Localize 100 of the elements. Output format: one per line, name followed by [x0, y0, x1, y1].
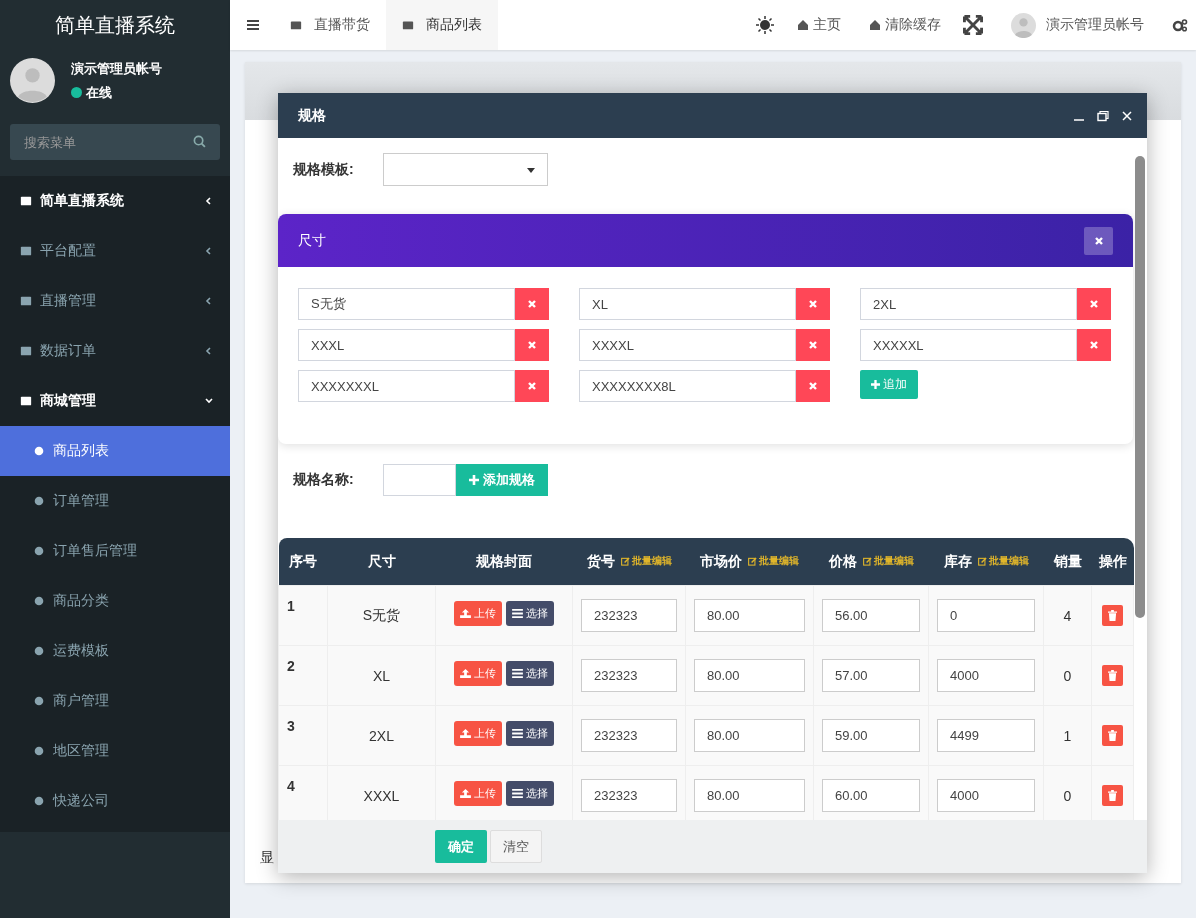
table-input-field[interactable]: 232323	[581, 779, 677, 812]
column-header: 尺寸	[327, 538, 436, 586]
menu-item[interactable]: 平台配置	[0, 226, 230, 276]
table-cell: 2	[278, 645, 328, 706]
table-cell: 3	[278, 705, 328, 766]
header-link[interactable]: 清除缓存	[855, 16, 955, 34]
footer-text: 显	[260, 849, 274, 867]
batch-edit-link[interactable]: 批量编辑	[862, 554, 914, 568]
table-input-field[interactable]: 60.00	[822, 779, 920, 812]
table-input-field[interactable]: 80.00	[694, 659, 805, 692]
close-icon	[808, 299, 818, 309]
choose-button[interactable]: 选择	[506, 601, 554, 626]
remove-value-button[interactable]	[515, 370, 549, 402]
nav-tab[interactable]: 直播带货	[274, 0, 386, 50]
nav-tab[interactable]: 商品列表	[386, 0, 498, 50]
spec-value-field[interactable]: S无货	[298, 288, 515, 320]
table-input-field[interactable]: 4499	[937, 719, 1035, 752]
remove-value-button[interactable]	[796, 329, 830, 361]
spec-value-field[interactable]: XXXXL	[579, 329, 796, 361]
table-input-field[interactable]: 59.00	[822, 719, 920, 752]
restore-icon[interactable]	[1097, 109, 1109, 122]
remove-value-button[interactable]	[1077, 288, 1111, 320]
submenu-item[interactable]: 订单管理	[0, 476, 230, 526]
table-input-field[interactable]: 232323	[581, 719, 677, 752]
table-input-field[interactable]: 4000	[937, 779, 1035, 812]
avatar-icon	[10, 58, 55, 103]
settings-icon[interactable]	[1172, 18, 1188, 32]
menu-item[interactable]: 商城管理	[0, 376, 230, 426]
submenu-item[interactable]: 地区管理	[0, 726, 230, 776]
remove-value-button[interactable]	[796, 370, 830, 402]
sun-icon[interactable]	[755, 15, 775, 35]
table-cell: 4	[278, 765, 328, 820]
table-cell: S无货	[327, 585, 436, 646]
table-cell: 2XL	[327, 705, 436, 766]
remove-value-button[interactable]	[515, 288, 549, 320]
batch-edit-link[interactable]: 批量编辑	[977, 554, 1029, 568]
table-cell: XXXL	[327, 765, 436, 820]
table-cell: 0	[1043, 645, 1092, 706]
batch-edit-link[interactable]: 批量编辑	[748, 554, 799, 568]
close-icon	[527, 340, 537, 350]
choose-button[interactable]: 选择	[506, 721, 554, 746]
choose-button[interactable]: 选择	[506, 661, 554, 686]
table-input-field[interactable]: 80.00	[694, 599, 805, 632]
close-icon	[808, 340, 818, 350]
user-menu[interactable]: 演示管理员帐号	[1011, 12, 1144, 38]
remove-value-button[interactable]	[796, 288, 830, 320]
column-header: 销量	[1043, 538, 1092, 586]
table-cell: 1	[278, 585, 328, 646]
choose-button[interactable]: 选择	[506, 781, 554, 806]
close-icon	[1093, 235, 1104, 246]
column-header: 操作	[1091, 538, 1134, 586]
remove-group-button[interactable]	[1084, 226, 1113, 255]
delete-button[interactable]	[1102, 665, 1123, 686]
chevron-left-icon	[204, 246, 214, 256]
column-header: 库存 批量编辑	[928, 538, 1044, 586]
dialog-title: 规格	[298, 106, 327, 125]
chevron-left-icon	[204, 196, 214, 206]
close-icon[interactable]	[1121, 109, 1133, 122]
table-input-field[interactable]: 80.00	[694, 719, 805, 752]
submenu-item[interactable]: 商户管理	[0, 676, 230, 726]
menu-item[interactable]: 数据订单	[0, 326, 230, 376]
spec-value-field[interactable]: XL	[579, 288, 796, 320]
search-field[interactable]: 搜索菜单	[10, 124, 220, 160]
upload-icon	[460, 669, 471, 678]
submenu-item[interactable]: 运费模板	[0, 626, 230, 676]
table-input-field[interactable]: 232323	[581, 659, 677, 692]
submenu-item[interactable]: 商品列表	[0, 426, 230, 476]
submenu-item[interactable]: 快递公司	[0, 776, 230, 826]
spec-name-field[interactable]	[383, 464, 456, 496]
menu-item[interactable]: 简单直播系统	[0, 176, 230, 226]
spec-value-field[interactable]: XXXXXL	[860, 329, 1077, 361]
delete-button[interactable]	[1102, 725, 1123, 746]
upload-icon	[460, 609, 471, 618]
column-header: 规格封面	[435, 538, 573, 586]
spec-value-field[interactable]: 2XL	[860, 288, 1077, 320]
submenu-item[interactable]: 商品分类	[0, 576, 230, 626]
header-link[interactable]: 主页	[783, 16, 855, 34]
spec-value-field[interactable]: XXXXXXXX8L	[579, 370, 796, 402]
field-label: 规格名称:	[293, 471, 355, 489]
card-title: 尺寸	[298, 231, 327, 250]
spec-value-field[interactable]: XXXXXXXL	[298, 370, 515, 402]
menu-item[interactable]: 直播管理	[0, 276, 230, 326]
clear-button[interactable]: 清空	[490, 830, 542, 863]
fullscreen-icon[interactable]	[963, 15, 983, 35]
batch-edit-link[interactable]: 批量编辑	[620, 554, 672, 568]
table-input-field[interactable]: 57.00	[822, 659, 920, 692]
table-input-field[interactable]: 232323	[581, 599, 677, 632]
table-input-field[interactable]: 56.00	[822, 599, 920, 632]
table-input-field[interactable]: 0	[937, 599, 1035, 632]
table-input-field[interactable]: 4000	[937, 659, 1035, 692]
submenu-item[interactable]: 订单售后管理	[0, 526, 230, 576]
remove-value-button[interactable]	[1077, 329, 1111, 361]
edit-icon	[977, 556, 987, 566]
spec-value-field[interactable]: XXXL	[298, 329, 515, 361]
table-input-field[interactable]: 80.00	[694, 779, 805, 812]
table-cell: 1	[1043, 705, 1092, 766]
delete-button[interactable]	[1102, 605, 1123, 626]
upload-icon	[460, 789, 471, 798]
delete-button[interactable]	[1102, 785, 1123, 806]
remove-value-button[interactable]	[515, 329, 549, 361]
